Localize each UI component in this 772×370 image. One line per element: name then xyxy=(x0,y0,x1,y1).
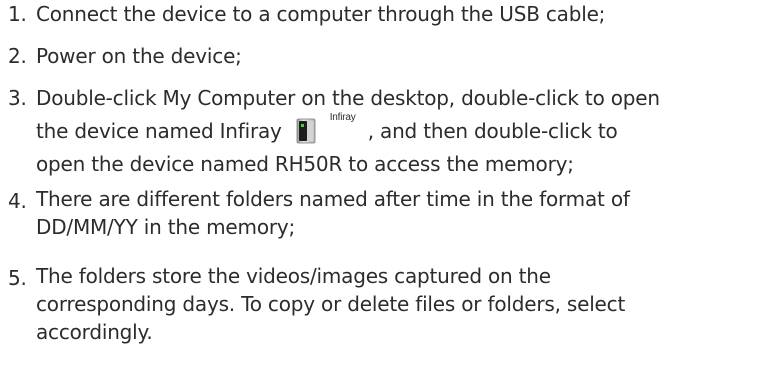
step-number: 4. xyxy=(8,189,27,213)
step-number: 2. xyxy=(8,44,27,68)
step-number: 1. xyxy=(8,2,27,26)
step-text-before-icon: the device named Infiray xyxy=(36,119,282,143)
step-line: corresponding days. To copy or delete fi… xyxy=(36,292,626,316)
instruction-list: 1. Connect the device to a computer thro… xyxy=(0,0,772,370)
removable-drive-icon xyxy=(296,118,316,144)
step-number: 5. xyxy=(8,266,27,290)
step-text: Connect the device to a computer through… xyxy=(36,2,606,26)
device-icon-label: Infiray xyxy=(329,112,356,123)
list-item: 2. Power on the device; xyxy=(8,40,764,73)
list-item: 5. The folders store the videos/images c… xyxy=(8,262,764,346)
device-icon-group: Infiray xyxy=(296,112,362,144)
step-text-after-icon: , and then double-click to xyxy=(367,119,618,143)
step-line: accordingly. xyxy=(36,320,153,344)
step-line: DD/MM/YY in the memory; xyxy=(36,215,296,239)
step-line: There are different folders named after … xyxy=(36,187,630,211)
step-number: 3. xyxy=(8,86,27,110)
step-text: There are different folders named after … xyxy=(36,185,764,241)
step-text: Double-click My Computer on the desktop,… xyxy=(36,82,764,181)
step-line: the device named Infiray Infiray , and t… xyxy=(36,112,764,148)
step-text: The folders store the videos/images capt… xyxy=(36,262,764,346)
step-line: The folders store the videos/images capt… xyxy=(36,264,551,288)
step-text: Power on the device; xyxy=(36,44,242,68)
list-item: 4. There are different folders named aft… xyxy=(8,185,764,241)
list-item: 3. Double-click My Computer on the deskt… xyxy=(8,82,764,181)
step-line: Double-click My Computer on the desktop,… xyxy=(36,86,660,110)
step-line: open the device named RH50R to access th… xyxy=(36,152,574,176)
list-item: 1. Connect the device to a computer thro… xyxy=(8,0,764,31)
